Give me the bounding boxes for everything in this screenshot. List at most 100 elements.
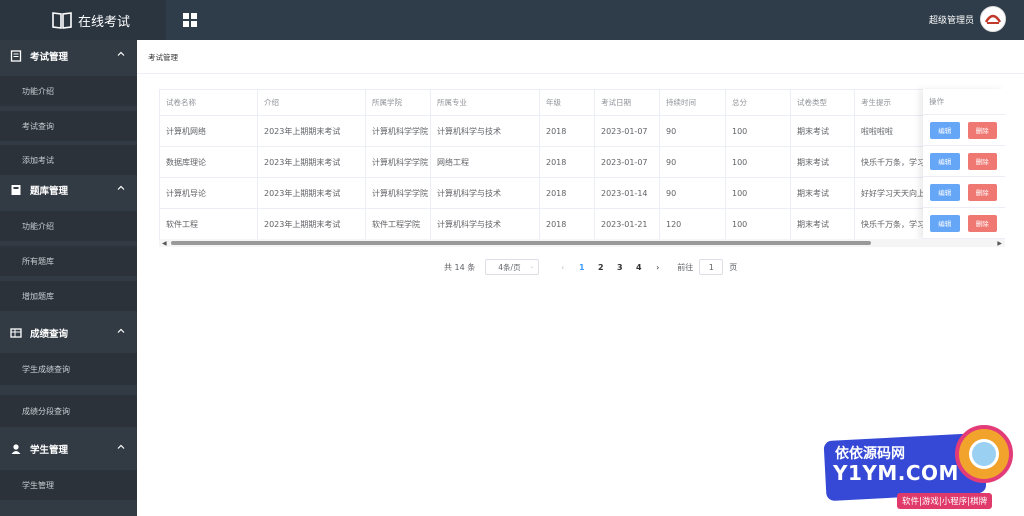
watermark: 依依源码网 Y1YM.COM 软件|游戏|小程序|棋牌 [805, 425, 1020, 513]
chevron-up-icon [117, 51, 125, 56]
table-cell: 120 [659, 208, 726, 240]
watermark-domain: Y1YM.COM [833, 461, 959, 485]
table-cell: 2023年上期期末考试 [257, 177, 366, 209]
book-open-icon [52, 12, 72, 29]
chevron-down-icon: ⌄ [529, 263, 535, 270]
chevron-up-icon [117, 444, 125, 449]
table-cell: 快乐千万条，学习第一条 [854, 146, 927, 178]
delete-button[interactable]: 删除 [967, 152, 997, 170]
avatar[interactable] [980, 6, 1006, 32]
edit-button[interactable]: 编辑 [930, 214, 960, 232]
magnifier-icon [955, 425, 1013, 483]
goto-page-input[interactable]: 1 [699, 259, 724, 275]
horizontal-scrollbar[interactable]: ◀ ▶ [159, 239, 1005, 247]
page-button[interactable]: 2 [591, 263, 610, 272]
table-cell: 计算机科学学院 [365, 177, 431, 209]
sidebar-group-label: 题库管理 [30, 186, 69, 197]
sidebar-item-all-banks[interactable]: 所有题库 [0, 246, 137, 276]
table-cell: 90 [659, 146, 726, 178]
edit-button[interactable]: 编辑 [930, 183, 960, 201]
table-cell: 计算机导论 [159, 177, 258, 209]
column-header: 试卷名称 [159, 89, 258, 116]
page-button[interactable]: 1 [572, 263, 591, 272]
table-row: 计算机网络 2023年上期期末考试 计算机科学学院 计算机科学与技术 2018 … [159, 115, 1005, 147]
column-header: 所属专业 [430, 89, 540, 116]
column-header: 考试日期 [594, 89, 660, 116]
operations-row: 编辑 删除 [923, 177, 1005, 208]
table-cell: 2018 [539, 146, 595, 178]
table-cell: 2023年上期期末考试 [257, 115, 366, 147]
table-cell: 期末考试 [790, 146, 855, 178]
column-header: 总分 [725, 89, 791, 116]
delete-button[interactable]: 删除 [967, 183, 997, 201]
chevron-up-icon [117, 328, 125, 333]
column-header: 所属学院 [365, 89, 431, 116]
column-header: 试卷类型 [790, 89, 855, 116]
table-cell: 100 [725, 208, 791, 240]
total-count: 共 14 条 [444, 262, 476, 272]
goto-suffix: 页 [729, 262, 738, 272]
sidebar-group-scores[interactable]: 成绩查询 [0, 317, 137, 349]
table-cell: 计算机科学与技术 [430, 115, 540, 147]
page-size-value: 4条/页 [498, 262, 521, 272]
sidebar-group-students[interactable]: 学生管理 [0, 433, 137, 465]
table-cell: 计算机科学学院 [365, 146, 431, 178]
column-header: 持续时间 [659, 89, 726, 116]
table-cell: 计算机科学与技术 [430, 177, 540, 209]
column-header: 介绍 [257, 89, 366, 116]
table-cell: 2018 [539, 177, 595, 209]
table-cell: 2023年上期期末考试 [257, 208, 366, 240]
sidebar-item-exam-query[interactable]: 考试查询 [0, 111, 137, 141]
table-cell: 啦啦啦啦 [854, 115, 927, 147]
divider [137, 73, 1024, 74]
table-cell: 100 [725, 146, 791, 178]
exam-table: 试卷名称 介绍 所属学院 所属专业 年级 考试日期 持续时间 总分 试卷类型 考… [159, 89, 1005, 247]
table-cell: 90 [659, 177, 726, 209]
sidebar-item-add-exam[interactable]: 添加考试 [0, 145, 137, 175]
sidebar-item-add-bank[interactable]: 增加题库 [0, 281, 137, 311]
app-title: 在线考试 [78, 14, 131, 30]
delete-button[interactable]: 删除 [967, 121, 997, 139]
delete-button[interactable]: 删除 [967, 214, 997, 232]
table-cell: 计算机网络 [159, 115, 258, 147]
sidebar-group-exam[interactable]: 考试管理 [0, 40, 137, 72]
book-icon [11, 185, 21, 195]
watermark-title: 依依源码网 [835, 446, 905, 462]
app-logo[interactable]: 在线考试 [0, 0, 166, 40]
table-cell: 期末考试 [790, 208, 855, 240]
column-header: 年级 [539, 89, 595, 116]
document-icon [10, 50, 22, 62]
operations-header: 操作 [923, 89, 1005, 115]
table-cell: 100 [725, 115, 791, 147]
sidebar-item-score-segments[interactable]: 成绩分段查询 [0, 395, 137, 427]
operations-row: 编辑 删除 [923, 146, 1005, 177]
user-name: 超级管理员 [928, 15, 974, 26]
table-cell: 计算机科学学院 [365, 115, 431, 147]
scroll-right-icon[interactable]: ▶ [997, 240, 1002, 247]
sidebar-item-bank-intro[interactable]: 功能介绍 [0, 211, 137, 241]
edit-button[interactable]: 编辑 [930, 121, 960, 139]
edit-button[interactable]: 编辑 [930, 152, 960, 170]
table-icon [10, 328, 22, 338]
table-cell: 软件工程学院 [365, 208, 431, 240]
sidebar-item-exam-intro[interactable]: 功能介绍 [0, 76, 137, 106]
table-cell: 2023-01-07 [594, 115, 660, 147]
page-size-select[interactable]: 4条/页 ⌄ [485, 259, 540, 275]
sidebar-group-question-bank[interactable]: 题库管理 [0, 174, 137, 206]
next-page-icon[interactable]: › [648, 263, 667, 272]
table-cell: 好好学习天天向上 [854, 177, 927, 209]
sidebar-item-student-manage[interactable]: 学生管理 [0, 470, 137, 500]
user-menu[interactable]: 超级管理员 [929, 6, 1006, 32]
table-cell: 2023-01-21 [594, 208, 660, 240]
grid-menu-icon[interactable] [183, 12, 197, 31]
page-button[interactable]: 4 [629, 263, 648, 272]
scrollbar-thumb[interactable] [171, 241, 871, 245]
sidebar-item-student-scores[interactable]: 学生成绩查询 [0, 353, 137, 385]
scroll-left-icon[interactable]: ◀ [162, 240, 167, 247]
operations-row: 编辑 删除 [923, 115, 1005, 146]
page-button[interactable]: 3 [610, 263, 629, 272]
prev-page-icon[interactable]: ‹ [553, 263, 572, 272]
chevron-up-icon [117, 185, 125, 190]
table-row: 数据库理论 2023年上期期末考试 计算机科学学院 网络工程 2018 2023… [159, 146, 1005, 178]
sidebar-group-label: 成绩查询 [30, 329, 69, 340]
